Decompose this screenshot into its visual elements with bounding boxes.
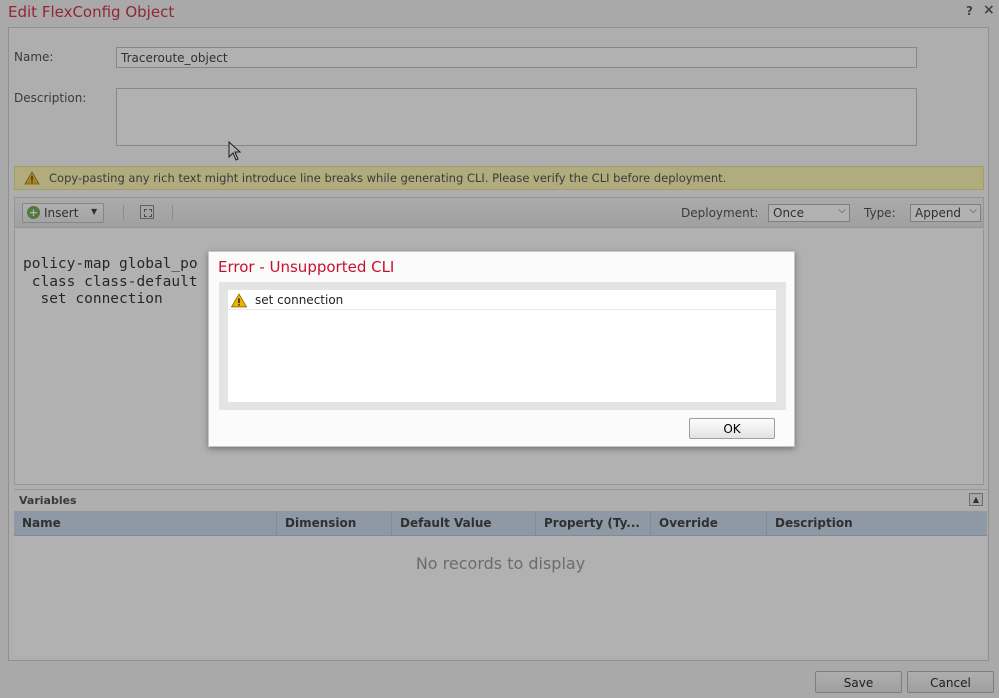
list-item: set connection [228,290,776,310]
error-modal: Error - Unsupported CLI set connection O… [208,251,795,447]
ok-button[interactable]: OK [689,418,775,439]
error-list-container: set connection [219,282,786,410]
error-modal-title: Error - Unsupported CLI [218,258,395,276]
warning-icon [230,293,248,308]
error-item-text: set connection [255,293,344,307]
error-list: set connection [228,290,776,402]
